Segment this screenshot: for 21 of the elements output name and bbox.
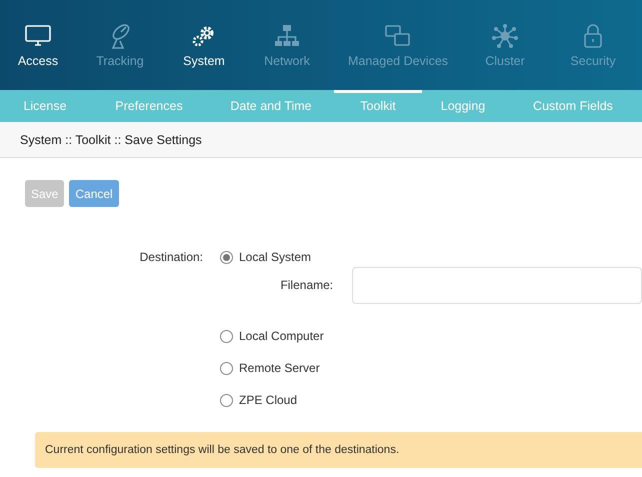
tab[interactable]: Custom Fields	[504, 90, 642, 122]
nav-item[interactable]: Security	[570, 54, 616, 68]
nav-item[interactable]: System	[183, 54, 225, 68]
nav-item[interactable]: Network	[264, 54, 310, 68]
nav-item[interactable]: Managed Devices	[348, 54, 448, 68]
option-label: Remote Server	[239, 361, 320, 375]
filename-label: Filename:	[280, 278, 334, 292]
nav-item[interactable]: Tracking	[96, 54, 144, 68]
option-label: Local Computer	[239, 329, 324, 343]
cancel-button[interactable]: Cancel	[69, 180, 119, 207]
destination-label: Destination:	[140, 250, 203, 264]
info-notice: Current configuration settings will be saved to one of the destinations.	[35, 432, 642, 468]
option-label: ZPE Cloud	[239, 393, 298, 407]
tab[interactable]: License	[0, 90, 90, 122]
breadcrumb: System :: Toolkit :: Save Settings	[20, 132, 202, 146]
nav-item[interactable]: Cluster	[485, 54, 525, 68]
tab[interactable]: Preferences	[90, 90, 208, 122]
tab[interactable]: Date and Time	[208, 90, 334, 122]
option-label: Local System	[239, 250, 312, 264]
tab[interactable]: Logging	[422, 90, 504, 122]
nav-item[interactable]: Access	[18, 54, 58, 68]
